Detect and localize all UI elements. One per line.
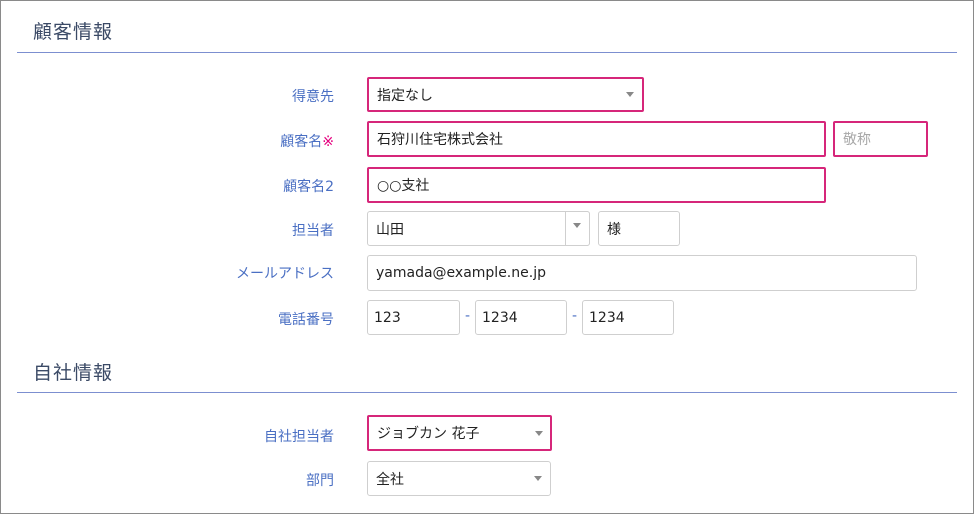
client-label: 得意先 [292, 89, 334, 105]
section-divider [17, 52, 957, 53]
client-select[interactable]: 指定なし [367, 77, 644, 112]
customer-name-label: 顧客名※ [114, 131, 334, 151]
department-select[interactable]: 全社 [367, 461, 551, 496]
customer-name-label-text: 顧客名 [280, 134, 323, 150]
customer-name-value: 石狩川住宅株式会社 [377, 132, 503, 148]
company-staff-label: 自社担当者 [264, 429, 334, 445]
chevron-down-icon [534, 476, 542, 481]
chevron-down-icon [573, 223, 581, 228]
phone-part2-input[interactable]: 1234 [475, 300, 567, 335]
phone-label: 電話番号 [278, 312, 334, 328]
customer-section-title: 顧客情報 [33, 21, 114, 43]
person-dropdown-button[interactable] [565, 211, 590, 246]
customer-name2-value: ○○支社 [377, 178, 430, 194]
section-divider [17, 392, 957, 393]
honorific-placeholder: 敬称 [843, 132, 871, 148]
company-staff-select[interactable]: ジョブカン 花子 [367, 415, 552, 451]
person-label: 担当者 [292, 223, 334, 239]
client-select-value: 指定なし [377, 87, 433, 104]
phone-separator: - [572, 308, 578, 324]
email-label: メールアドレス [236, 266, 334, 282]
email-value: yamada@example.ne.jp [376, 265, 546, 281]
department-label: 部門 [306, 473, 334, 489]
phone-part1-value: 123 [374, 309, 401, 326]
email-input[interactable]: yamada@example.ne.jp [367, 255, 917, 291]
person-combobox[interactable]: 山田 [367, 211, 590, 246]
chevron-down-icon [626, 92, 634, 97]
customer-name-input[interactable]: 石狩川住宅株式会社 [367, 121, 826, 157]
person-honorific-value: 様 [607, 221, 621, 238]
person-value: 山田 [376, 221, 404, 238]
form-container: 顧客情報 得意先 指定なし 顧客名※ 石狩川住宅株式会社 敬称 顧客名2 ○○支… [0, 0, 974, 514]
chevron-down-icon [535, 431, 543, 436]
department-value: 全社 [376, 471, 404, 488]
honorific-input[interactable]: 敬称 [833, 121, 928, 157]
phone-separator: - [465, 308, 471, 324]
company-section-title: 自社情報 [33, 362, 114, 384]
phone-part2-value: 1234 [482, 309, 518, 326]
company-staff-value: ジョブカン 花子 [377, 426, 480, 442]
required-mark: ※ [322, 134, 334, 150]
customer-name2-input[interactable]: ○○支社 [367, 167, 826, 203]
phone-part3-value: 1234 [589, 309, 625, 326]
customer-name2-label: 顧客名2 [283, 179, 334, 195]
person-honorific-input[interactable]: 様 [598, 211, 680, 246]
phone-part1-input[interactable]: 123 [367, 300, 460, 335]
phone-part3-input[interactable]: 1234 [582, 300, 674, 335]
